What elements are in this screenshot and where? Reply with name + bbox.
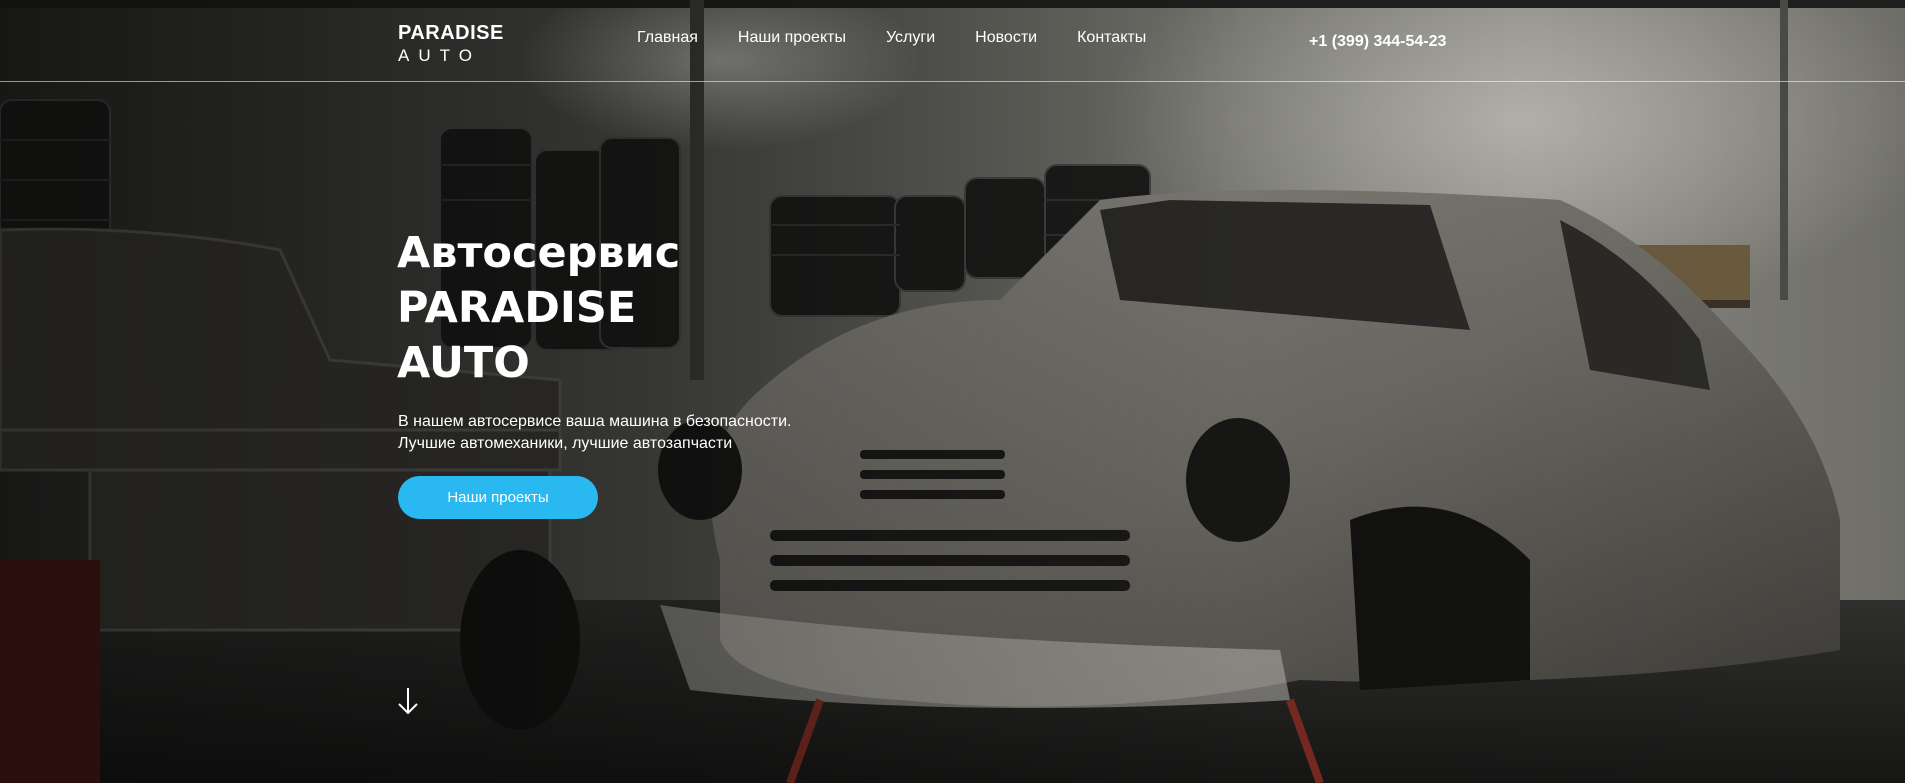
hero-title-line: AUTO bbox=[397, 338, 530, 388]
our-projects-button[interactable]: Наши проекты bbox=[398, 476, 598, 519]
site-logo[interactable]: PARADISE AUTO bbox=[398, 22, 504, 67]
nav-link-news[interactable]: Новости bbox=[975, 29, 1037, 47]
hero-description-line: Лучшие автомеханики, лучшие автозапчасти bbox=[398, 435, 733, 452]
nav-link-services[interactable]: Услуги bbox=[886, 29, 935, 47]
hero-description-line: В нашем автосервисе ваша машина в безопа… bbox=[398, 413, 792, 430]
background-dim-overlay bbox=[0, 0, 1905, 783]
hero-description: В нашем автосервисе ваша машина в безопа… bbox=[398, 411, 792, 455]
header-phone-link[interactable]: +1 (399) 344-54-23 bbox=[1309, 33, 1446, 51]
nav-link-contacts[interactable]: Контакты bbox=[1077, 29, 1146, 47]
hero-title: Автосервис PARADISE AUTO bbox=[397, 226, 680, 391]
logo-top-text: PARADISE bbox=[398, 22, 504, 44]
logo-bottom-text: AUTO bbox=[398, 46, 481, 65]
main-nav: Главная Наши проекты Услуги Новости Конт… bbox=[637, 29, 1186, 47]
nav-link-projects[interactable]: Наши проекты bbox=[738, 29, 846, 47]
hero-title-line: PARADISE bbox=[397, 283, 637, 333]
site-header: PARADISE AUTO Главная Наши проекты Услуг… bbox=[0, 0, 1905, 82]
nav-link-home[interactable]: Главная bbox=[637, 29, 698, 47]
hero-title-line: Автосервис bbox=[397, 228, 681, 278]
arrow-down-icon[interactable] bbox=[396, 686, 420, 716]
